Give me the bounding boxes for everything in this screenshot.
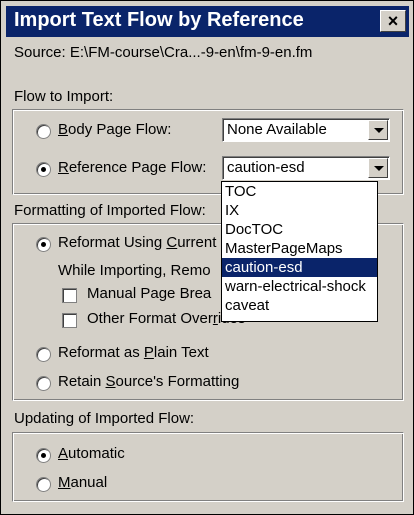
dialog-title: Import Text Flow by Reference bbox=[14, 9, 304, 31]
automatic-label[interactable]: Automatic bbox=[58, 445, 125, 462]
reformat-current-label[interactable]: Reformat Using Current bbox=[58, 234, 216, 251]
body-page-flow-label[interactable]: Body Page Flow: bbox=[58, 121, 171, 138]
body-page-flow-radio[interactable] bbox=[36, 124, 51, 139]
reference-flow-dropdown-list[interactable]: TOC IX DocTOC MasterPageMaps caution-esd… bbox=[221, 181, 378, 322]
updating-group bbox=[12, 432, 404, 502]
reformat-plain-text-label[interactable]: Reformat as Plain Text bbox=[58, 344, 209, 361]
dropdown-option[interactable]: warn-electrical-shock bbox=[222, 277, 377, 296]
updating-heading: Updating of Imported Flow: bbox=[14, 410, 195, 427]
other-format-prefix: Other Format Over bbox=[87, 310, 213, 327]
dropdown-option[interactable]: DocTOC bbox=[222, 220, 377, 239]
title-bar[interactable]: Import Text Flow by Reference × bbox=[6, 6, 409, 37]
automatic-mnemonic: A bbox=[58, 445, 69, 462]
dropdown-option[interactable]: MasterPageMaps bbox=[222, 239, 377, 258]
reference-page-flow-select[interactable]: caution-esd bbox=[222, 156, 390, 180]
reformat-plain-text-radio[interactable] bbox=[36, 347, 51, 362]
manual-label[interactable]: Manual bbox=[58, 474, 107, 491]
flow-heading: Flow to Import: bbox=[14, 88, 114, 105]
source-label: Source: bbox=[14, 44, 66, 61]
formatting-heading: Formatting of Imported Flow: bbox=[14, 202, 206, 219]
retain-source-formatting-label[interactable]: Retain Source's Formatting bbox=[58, 373, 239, 390]
reference-page-flow-value: caution-esd bbox=[227, 159, 305, 176]
manual-suffix: anual bbox=[70, 474, 108, 491]
reformat-current-prefix: Reformat Using bbox=[58, 234, 167, 251]
body-page-label-mnemonic: B bbox=[58, 121, 69, 138]
close-icon: × bbox=[387, 11, 399, 31]
manual-page-breaks-label[interactable]: Manual Page Brea bbox=[87, 285, 211, 302]
manual-page-breaks-checkbox[interactable] bbox=[62, 288, 77, 303]
chevron-down-icon[interactable] bbox=[368, 120, 388, 140]
plain-text-suffix: lain Text bbox=[153, 344, 209, 361]
automatic-radio[interactable] bbox=[36, 448, 51, 463]
while-importing-label: While Importing, Remo bbox=[58, 262, 211, 279]
manual-radio[interactable] bbox=[36, 477, 51, 492]
retain-source-formatting-radio[interactable] bbox=[36, 376, 51, 391]
other-format-overrides-checkbox[interactable] bbox=[62, 313, 77, 328]
reference-page-label-suffix: eference Page Flow: bbox=[68, 159, 207, 176]
close-button[interactable]: × bbox=[380, 10, 406, 32]
dialog-window: Import Text Flow by Reference × Source: … bbox=[0, 0, 414, 515]
dropdown-option[interactable]: caution-esd bbox=[222, 258, 377, 277]
retain-source-prefix: Retain bbox=[58, 373, 106, 390]
reference-page-flow-radio[interactable] bbox=[36, 162, 51, 177]
source-path: E:\FM-course\Cra...-9-en\fm-9-en.fm bbox=[69, 44, 313, 61]
source-row: Source: E:\FM-course\Cra...-9-en\fm-9-en… bbox=[14, 44, 312, 61]
automatic-suffix: utomatic bbox=[68, 445, 125, 462]
body-page-flow-select[interactable]: None Available bbox=[222, 118, 390, 142]
reference-page-label-mnemonic: R bbox=[58, 159, 69, 176]
body-page-label-suffix: ody Page Flow: bbox=[68, 121, 172, 138]
reformat-current-radio[interactable] bbox=[36, 237, 51, 252]
manual-mnemonic: M bbox=[58, 474, 71, 491]
dropdown-option[interactable]: caveat bbox=[222, 296, 377, 315]
dropdown-option[interactable]: IX bbox=[222, 201, 377, 220]
reformat-current-suffix: urrent bbox=[177, 234, 217, 251]
body-page-flow-value: None Available bbox=[227, 121, 327, 138]
retain-source-mnemonic: S bbox=[105, 373, 116, 390]
reference-page-flow-label[interactable]: Reference Page Flow: bbox=[58, 159, 206, 176]
retain-source-suffix: ource's Formatting bbox=[115, 373, 240, 390]
plain-text-mnemonic: P bbox=[143, 344, 154, 361]
plain-text-prefix: Reformat as bbox=[58, 344, 144, 361]
reformat-current-mnemonic: C bbox=[166, 234, 178, 251]
chevron-down-icon[interactable] bbox=[368, 158, 388, 178]
dropdown-option[interactable]: TOC bbox=[222, 182, 377, 201]
